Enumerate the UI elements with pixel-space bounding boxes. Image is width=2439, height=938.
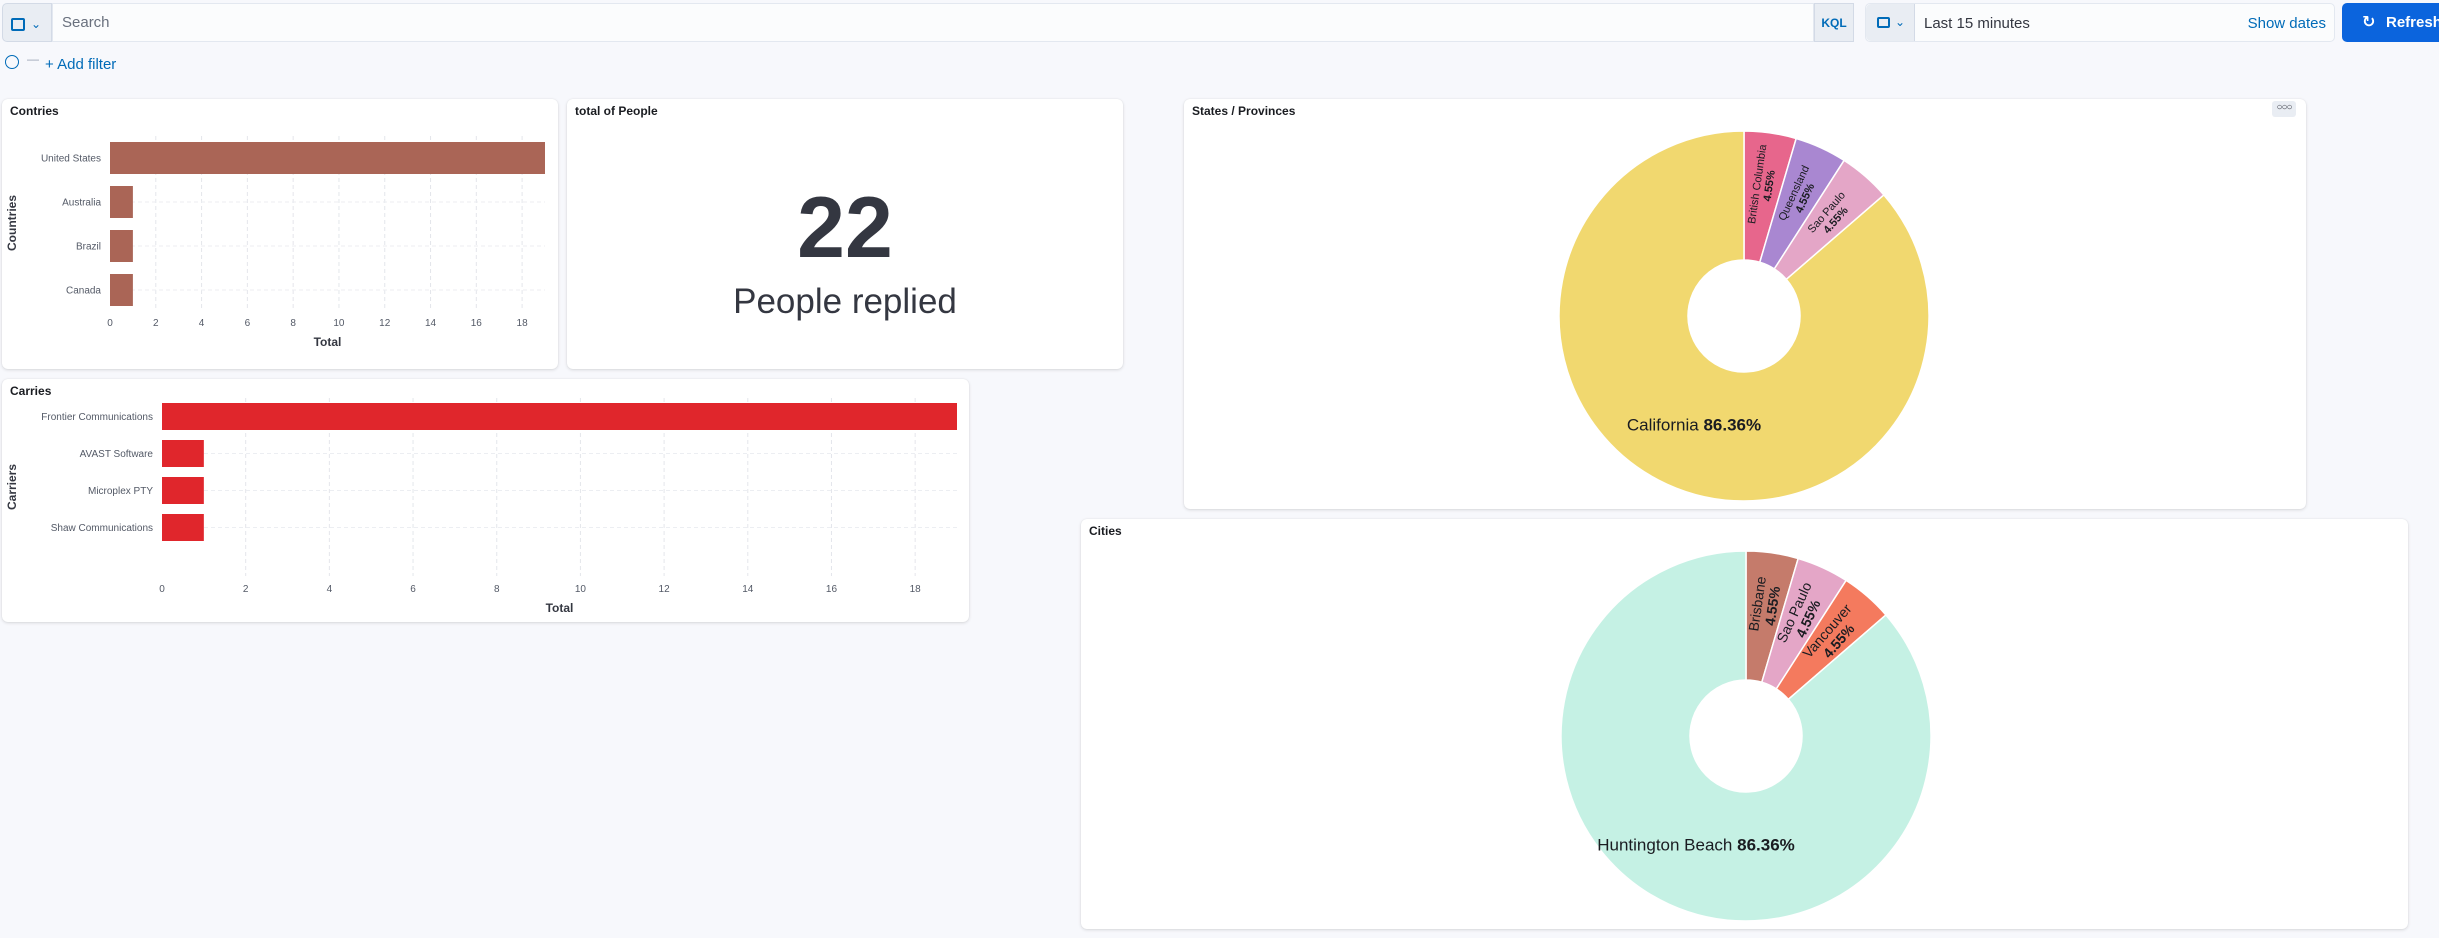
cities-panel: Cities Brisbane4.55% Sao Paulo4.55% Vancou… (1081, 519, 2408, 929)
x-tick-label: 6 (245, 318, 251, 329)
query-language-button[interactable]: KQL (1814, 3, 1854, 42)
y-tick-label: Brazil (76, 242, 101, 253)
y-tick-label: United States (41, 154, 101, 165)
countries-bar-chart: 0 2 4 6 8 10 12 14 16 18 United States Australia Bra… (5, 136, 545, 349)
bar (110, 274, 133, 306)
refresh-button[interactable]: ↻ Refresh (2342, 3, 2439, 42)
search-field[interactable] (52, 3, 1814, 42)
states-panel: States / Provinces ○○○ British Columbia4… (1184, 99, 2306, 509)
y-tick-label: Canada (66, 286, 101, 297)
x-tick-label: 14 (425, 318, 437, 329)
carriers-panel: Carries 0 2 4 6 8 10 12 14 16 18 Frontier Communic… (2, 379, 969, 622)
x-tick-label: 10 (333, 318, 345, 329)
bar (110, 142, 545, 174)
x-tick-label: 16 (826, 584, 838, 595)
query-bar: ⌄ KQL ⌄ Last 15 minutes Show dates ↻ Ref… (0, 0, 2439, 44)
y-tick-label: Frontier Communications (41, 412, 153, 423)
x-tick-label: 0 (107, 318, 113, 329)
bar (162, 477, 204, 504)
calendar-icon (1877, 17, 1890, 28)
x-tick-label: 10 (575, 584, 587, 595)
x-tick-label: 12 (659, 584, 671, 595)
metric-label: People replied (733, 282, 957, 321)
x-tick-label: 2 (243, 584, 249, 595)
refresh-label: Refresh (2386, 14, 2439, 31)
bar (162, 440, 204, 467)
saved-query-menu-button[interactable]: ⌄ (2, 3, 52, 42)
pie-slice-label: Huntington Beach 86.36% (1597, 835, 1795, 854)
filter-separator: — (27, 52, 39, 66)
bar (162, 514, 204, 541)
y-axis-label: Carriers (5, 464, 19, 510)
cities-donut-chart: Brisbane4.55%Sao Paulo4.55%Vancouver4.55… (1560, 550, 1932, 922)
panel-title: total of People (575, 104, 658, 118)
add-filter-button[interactable]: + Add filter (45, 56, 116, 73)
pie-slice-label: California 86.36% (1627, 415, 1761, 434)
chevron-down-icon: ⌄ (1895, 15, 1906, 29)
carriers-bar-chart: 0 2 4 6 8 10 12 14 16 18 Frontier Communications AV… (5, 398, 957, 615)
search-input[interactable] (53, 4, 1813, 41)
y-tick-label: Microplex PTY (88, 486, 153, 497)
show-dates-link[interactable]: Show dates (2248, 15, 2326, 32)
x-tick-label: 8 (494, 584, 500, 595)
x-tick-label: 8 (290, 318, 296, 329)
y-axis-label: Countries (5, 195, 19, 251)
x-tick-label: 4 (199, 318, 205, 329)
quick-date-menu-button[interactable]: ⌄ (1866, 4, 1915, 41)
x-tick-label: 14 (742, 584, 754, 595)
bar (110, 186, 133, 218)
x-tick-label: 12 (379, 318, 391, 329)
metric-value: 22 (797, 180, 893, 276)
x-tick-label: 4 (327, 584, 333, 595)
x-tick-label: 6 (410, 584, 416, 595)
x-tick-label: 16 (471, 318, 483, 329)
y-tick-label: Australia (62, 198, 101, 209)
saved-query-icon (11, 18, 25, 31)
total-people-panel: total of People 22 People replied (567, 99, 1123, 369)
refresh-icon: ↻ (2362, 14, 2376, 31)
x-axis-label: Total (546, 601, 574, 615)
date-picker[interactable]: ⌄ Last 15 minutes Show dates (1865, 3, 2335, 42)
x-tick-label: 0 (159, 584, 165, 595)
x-axis-label: Total (314, 335, 342, 349)
states-donut-chart: British Columbia4.55%Queensland4.55%Sao … (1558, 130, 1930, 502)
x-tick-label: 18 (517, 318, 529, 329)
chevron-down-icon: ⌄ (31, 17, 42, 31)
y-tick-label: Shaw Communications (51, 523, 153, 534)
bar (110, 230, 133, 262)
x-tick-label: 2 (153, 318, 159, 329)
bar (162, 403, 957, 430)
countries-panel: Contries 0 2 4 6 8 10 12 14 16 18 United States Aus… (2, 99, 558, 369)
x-tick-label: 18 (910, 584, 922, 595)
date-range-label: Last 15 minutes (1924, 15, 2030, 32)
filter-bar: — + Add filter (0, 52, 400, 76)
filter-icon[interactable] (5, 55, 19, 69)
y-tick-label: AVAST Software (80, 449, 154, 460)
